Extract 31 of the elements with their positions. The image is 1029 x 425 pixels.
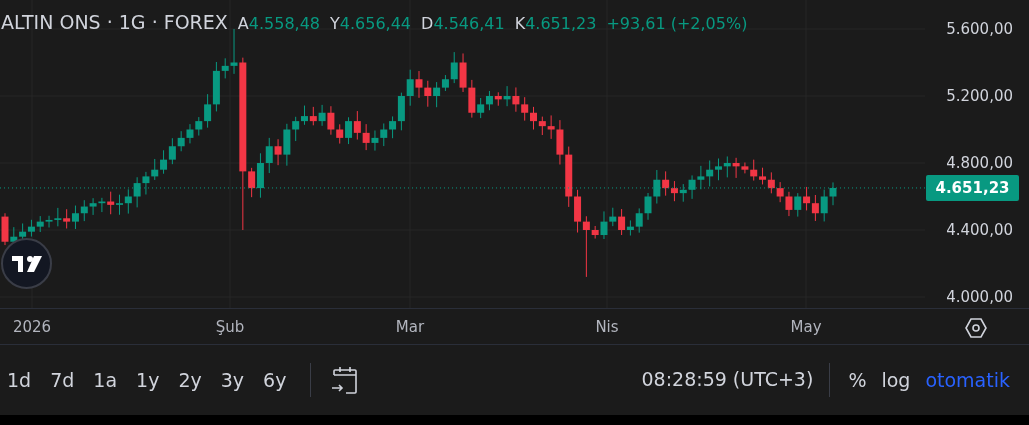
scale-button[interactable]: log [876, 365, 916, 394]
time-label: Nis [595, 318, 619, 336]
price-tick: 4.400,00 [946, 220, 1013, 240]
price-tick: 5.600,00 [946, 19, 1013, 39]
range-button[interactable]: 3y [215, 365, 250, 394]
scale-button[interactable]: otomatik [920, 365, 1015, 394]
time-label: 2026 [12, 318, 52, 336]
ohlc-value: A4.558,48 [237, 13, 320, 35]
settings-icon[interactable] [965, 318, 987, 338]
range-button[interactable]: 1y [131, 365, 165, 394]
symbol-title: ALTIN ONS · 1G · FOREX [1, 10, 228, 35]
time-label: May [790, 318, 822, 336]
price-tick: 5.200,00 [946, 86, 1013, 106]
price-tick: 4.000,00 [946, 287, 1013, 307]
scale-button[interactable]: % [843, 365, 872, 394]
price-change: +93,61 (+2,05%) [606, 13, 748, 35]
ohlc-value: Y4.656,44 [330, 13, 412, 35]
ohlc-value: D4.546,41 [421, 13, 505, 35]
time-label: Mar [395, 318, 425, 336]
range-button[interactable]: 2y [173, 365, 207, 394]
time-label: Şub [215, 318, 245, 336]
range-button[interactable]: 1d [2, 365, 37, 394]
last-price-label: 4.651,23 [926, 174, 1019, 201]
range-button[interactable]: 7d [45, 365, 80, 394]
date-range-icon[interactable] [331, 365, 360, 394]
ohlc-value: K4.651,23 [514, 13, 597, 35]
logo-icon[interactable] [1, 238, 52, 289]
price-tick: 4.800,00 [946, 153, 1013, 173]
range-button[interactable]: 6y [258, 365, 292, 394]
clock-text: 08:28:59 (UTC+3) [641, 367, 814, 393]
range-button[interactable]: 1a [88, 365, 123, 394]
